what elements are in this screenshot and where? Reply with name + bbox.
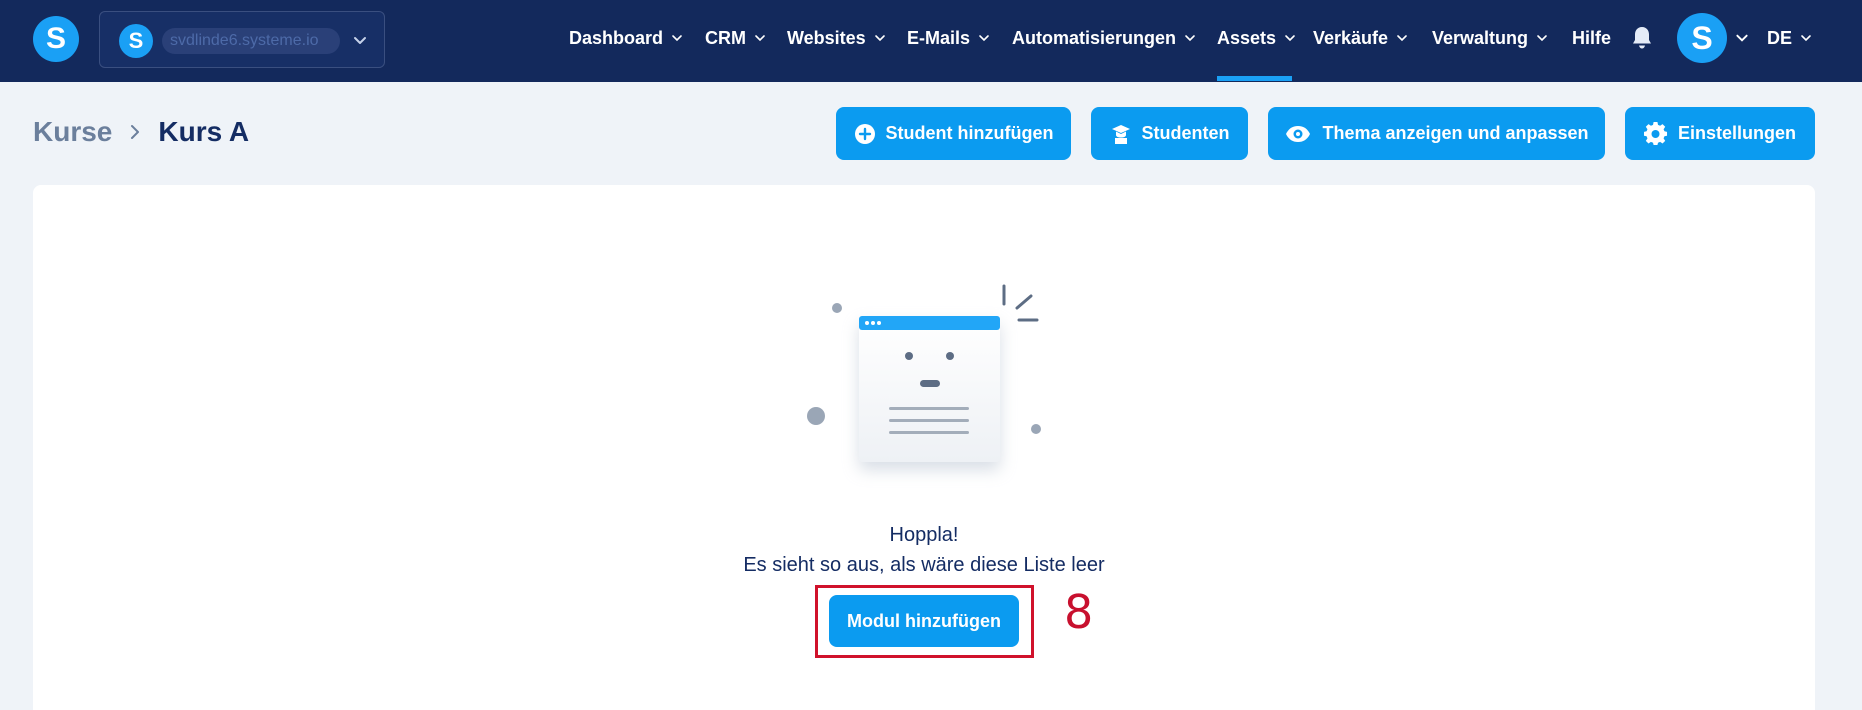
highlight-annotation-box bbox=[815, 585, 1034, 658]
chevron-down-icon bbox=[979, 35, 989, 42]
nav-label: Websites bbox=[787, 27, 866, 48]
add-student-button[interactable]: Student hinzufügen bbox=[836, 107, 1071, 160]
nav-label: Assets bbox=[1217, 27, 1277, 48]
theme-button[interactable]: Thema anzeigen und anpassen bbox=[1268, 107, 1605, 160]
bell-icon[interactable] bbox=[1630, 25, 1654, 51]
empty-state-message: Es sieht so aus, als wäre diese Liste le… bbox=[743, 554, 1105, 576]
nav-label: Hilfe bbox=[1572, 27, 1612, 48]
chevron-down-icon[interactable] bbox=[1735, 31, 1749, 45]
chevron-down-icon bbox=[672, 35, 682, 42]
theme-label: Thema anzeigen und anpassen bbox=[1322, 123, 1589, 143]
students-label: Studenten bbox=[1141, 123, 1230, 143]
gear-icon bbox=[1643, 121, 1668, 145]
nav-label: CRM bbox=[705, 27, 746, 48]
nav-label: E-Mails bbox=[907, 27, 971, 48]
workspace-avatar: S bbox=[119, 24, 153, 58]
nav-websites[interactable]: Websites bbox=[787, 24, 886, 52]
step-number-annotation: 8 bbox=[1064, 585, 1094, 639]
nav-label: Verwaltung bbox=[1432, 27, 1529, 48]
settings-button[interactable]: Einstellungen bbox=[1625, 107, 1815, 160]
empty-state-title: Hoppla! bbox=[889, 524, 959, 546]
chevron-down-icon bbox=[1801, 35, 1811, 42]
eye-icon bbox=[1286, 125, 1311, 142]
nav-automatisierungen[interactable]: Automatisierungen bbox=[1012, 24, 1196, 52]
top-navigation-bar: S S svdlinde6.systeme.io Dashboard CRM W… bbox=[0, 0, 1862, 82]
breadcrumb: Kurse Kurs A bbox=[33, 114, 249, 150]
language-selector[interactable]: DE bbox=[1767, 24, 1812, 52]
chevron-down-icon bbox=[354, 37, 366, 44]
nav-crm[interactable]: CRM bbox=[705, 24, 766, 52]
active-nav-indicator bbox=[1217, 76, 1292, 81]
plus-circle-icon bbox=[854, 123, 875, 144]
graduate-icon bbox=[1111, 124, 1130, 144]
chevron-down-icon bbox=[874, 35, 885, 42]
chevron-down-icon bbox=[1537, 35, 1547, 42]
user-avatar[interactable]: S bbox=[1677, 13, 1727, 63]
nav-label: Dashboard bbox=[569, 27, 664, 48]
nav-hilfe[interactable]: Hilfe bbox=[1572, 24, 1611, 52]
workspace-selector[interactable]: S svdlinde6.systeme.io bbox=[99, 11, 385, 68]
nav-verwaltung[interactable]: Verwaltung bbox=[1432, 24, 1548, 52]
nav-label: Automatisierungen bbox=[1012, 27, 1177, 48]
empty-list-illustration bbox=[807, 284, 1041, 462]
nav-label: Verkäufe bbox=[1313, 27, 1389, 48]
chevron-down-icon bbox=[1285, 35, 1295, 42]
nav-dashboard[interactable]: Dashboard bbox=[569, 24, 683, 52]
workspace-name: svdlinde6.systeme.io bbox=[162, 28, 340, 54]
nav-emails[interactable]: E-Mails bbox=[907, 24, 990, 52]
chevron-right-icon bbox=[131, 125, 140, 139]
breadcrumb-kurse-link[interactable]: Kurse bbox=[33, 116, 112, 148]
page-title: Kurs A bbox=[158, 116, 250, 147]
nav-verkaeufe[interactable]: Verkäufe bbox=[1313, 24, 1408, 52]
nav-assets[interactable]: Assets bbox=[1217, 24, 1296, 52]
add-student-label: Student hinzufügen bbox=[885, 123, 1054, 143]
language-label: DE bbox=[1767, 27, 1793, 48]
settings-label: Einstellungen bbox=[1677, 123, 1796, 143]
students-button[interactable]: Studenten bbox=[1091, 107, 1248, 160]
chevron-down-icon bbox=[755, 35, 765, 42]
chevron-down-icon bbox=[1185, 35, 1195, 42]
chevron-down-icon bbox=[1397, 35, 1407, 42]
systeme-logo[interactable]: S bbox=[33, 16, 79, 62]
